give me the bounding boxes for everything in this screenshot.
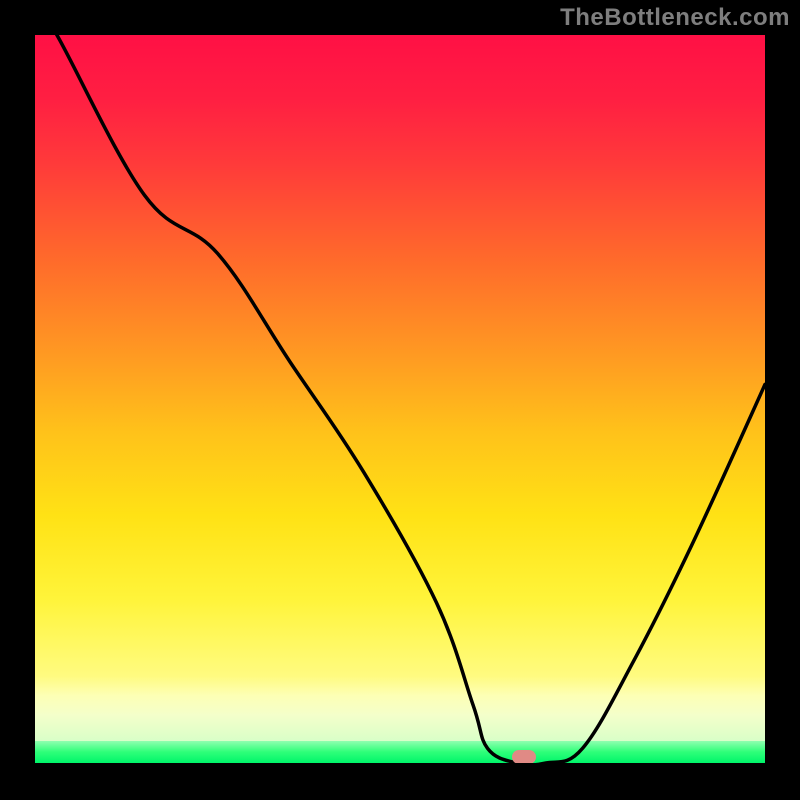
optimum-marker — [512, 750, 536, 763]
watermark-text: TheBottleneck.com — [560, 4, 790, 32]
curve-path — [35, 35, 765, 763]
chart-frame: TheBottleneck.com — [0, 0, 800, 800]
plot-area — [35, 35, 765, 763]
line-curve — [35, 35, 765, 763]
